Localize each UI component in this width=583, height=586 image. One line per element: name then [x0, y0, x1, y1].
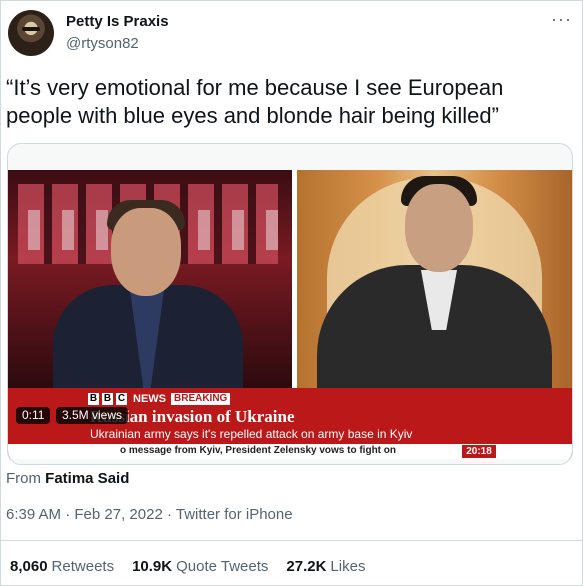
- broadcast-subheadline: Ukrainian army says it's repelled attack…: [90, 427, 413, 441]
- avatar-sunglasses: [22, 27, 40, 31]
- media-container[interactable]: B B C NEWS BREAKING Russian invasion of …: [7, 143, 573, 465]
- tweet-date[interactable]: Feb 27, 2022: [74, 506, 162, 523]
- video-view-count: 3.5M views: [56, 407, 129, 424]
- quotes-count: 10.9K: [132, 558, 173, 575]
- quotes-label: Quote Tweets: [176, 558, 269, 575]
- bbc-letter: C: [116, 393, 127, 405]
- anchor-head: [111, 208, 181, 296]
- likes-count: 27.2K: [286, 558, 327, 575]
- tweet-time[interactable]: 6:39 AM: [6, 506, 61, 523]
- news-ticker: o message from Kyiv, President Zelensky …: [8, 444, 572, 459]
- video-right-panel: [297, 170, 572, 390]
- more-horizontal-icon[interactable]: ···: [551, 9, 572, 30]
- tweet-source[interactable]: Twitter for iPhone: [176, 506, 293, 523]
- video-elapsed-time: 0:11: [16, 407, 51, 424]
- divider: [0, 540, 583, 541]
- retweets-count: 8,060: [10, 558, 48, 575]
- news-label: NEWS: [133, 393, 166, 405]
- breaking-label: BREAKING: [171, 393, 231, 405]
- likes-stat[interactable]: 27.2K Likes: [286, 558, 365, 575]
- tweet-meta: 6:39 AM · Feb 27, 2022 · Twitter for iPh…: [6, 506, 293, 523]
- quote-tweets-stat[interactable]: 10.9K Quote Tweets: [132, 558, 268, 575]
- broadcast-clock: 20:18: [462, 445, 496, 458]
- tweet-text: “It’s very emotional for me because I se…: [6, 75, 504, 128]
- user-handle[interactable]: @rtyson82: [66, 35, 139, 52]
- bbc-news-logo: B B C NEWS BREAKING: [88, 392, 231, 406]
- media-attribution: From Fatima Said: [6, 470, 129, 487]
- from-author-link[interactable]: Fatima Said: [45, 470, 129, 487]
- bbc-letter: B: [102, 393, 113, 405]
- retweets-stat[interactable]: 8,060 Retweets: [10, 558, 114, 575]
- bbc-letter: B: [88, 393, 99, 405]
- from-label: From: [6, 470, 41, 487]
- display-name[interactable]: Petty Is Praxis: [66, 13, 169, 30]
- retweets-label: Retweets: [51, 558, 115, 575]
- ticker-text: o message from Kyiv, President Zelensky …: [120, 445, 396, 456]
- avatar[interactable]: [8, 10, 54, 56]
- engagement-stats: 8,060 Retweets 10.9K Quote Tweets 27.2K Lik…: [10, 558, 365, 575]
- likes-label: Likes: [330, 558, 366, 575]
- guest-head: [405, 184, 473, 272]
- video-left-panel: [8, 170, 292, 390]
